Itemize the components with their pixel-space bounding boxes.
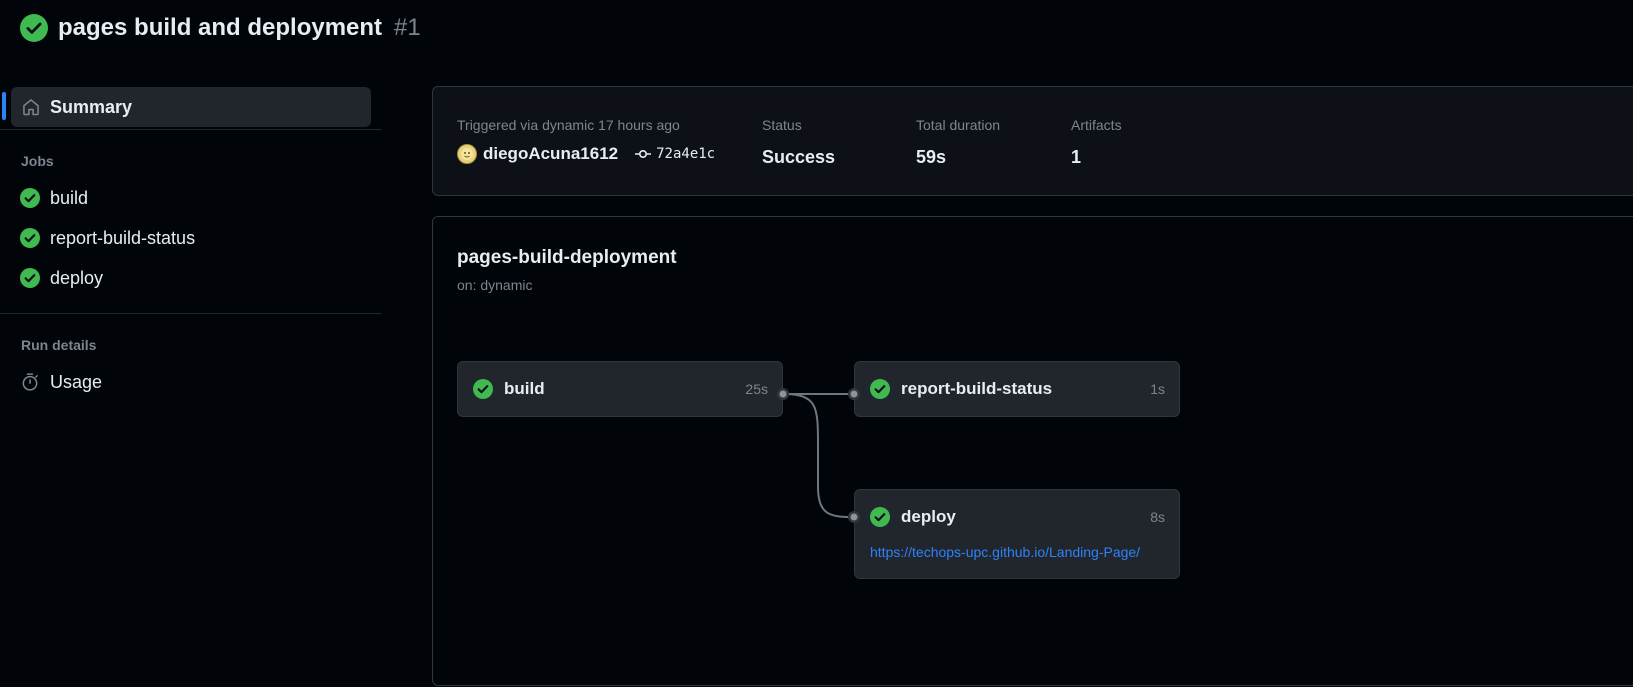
deployment-url-link[interactable]: https://techops-upc.github.io/Landing-Pa… [870,544,1155,560]
sidebar-item-deploy[interactable]: deploy [20,262,103,294]
actor-name[interactable]: diegoAcuna1612 [483,144,618,164]
job-name: deploy [901,507,956,526]
artifacts-value[interactable]: 1 [1071,147,1081,168]
duration-label: Total duration [916,117,1001,133]
check-circle-icon [870,379,890,399]
job-node-build[interactable]: build 25s [457,361,783,417]
check-circle-icon [20,228,40,248]
check-circle-icon [20,188,40,208]
sidebar-item-summary[interactable]: Summary [11,87,371,127]
connector-build-deploy [782,393,849,518]
job-node-deploy[interactable]: deploy 8s https://techops-upc.github.io/… [854,489,1180,579]
job-name: report-build-status [901,379,1053,398]
page-header: pages build and deployment #1 [20,10,421,46]
status-label: Status [762,117,802,133]
check-circle-icon [20,14,48,42]
sidebar-item-report-build-status[interactable]: report-build-status [20,222,195,254]
divider [0,313,382,314]
connector-ports [777,388,860,523]
avatar[interactable] [457,144,477,164]
sidebar-item-usage[interactable]: Usage [20,366,102,398]
sidebar-item-label: deploy [50,267,104,288]
actor-info: diegoAcuna1612 72a4e1c [457,144,715,164]
run-number: #1 [394,14,421,41]
sidebar-item-label: report-build-status [50,227,196,248]
job-name: build [504,379,545,398]
artifacts-label: Artifacts [1071,117,1122,133]
check-circle-icon [473,379,493,399]
run-summary-card: Triggered via dynamic 17 hours ago diego… [432,86,1633,196]
check-circle-icon [20,268,40,288]
job-duration: 1s [1150,381,1165,397]
job-duration: 8s [1150,509,1165,525]
job-duration: 25s [745,381,768,397]
check-circle-icon [870,507,890,527]
stopwatch-icon [22,373,38,391]
run-details-heading: Run details [21,337,97,353]
status-value: Success [762,147,836,167]
job-node-report-build-status[interactable]: report-build-status 1s [854,361,1180,417]
avatar-image-icon [461,148,473,160]
sidebar-item-label: build [50,187,89,208]
workflow-name: pages-build-deployment [457,247,677,268]
job-connectors [782,393,849,518]
home-icon [23,99,39,116]
duration-value: 59s [916,147,947,167]
sidebar-item-label: Summary [50,96,133,117]
triggered-label: Triggered via dynamic 17 hours ago [457,117,680,133]
active-indicator [2,92,6,120]
page-title: pages build and deployment [58,14,383,41]
workflow-graph-card: pages-build-deployment on: dynamic build… [432,216,1633,686]
sidebar-item-label: Usage [50,371,103,392]
sidebar-item-build[interactable]: build [20,182,88,214]
commit-link[interactable]: 72a4e1c [634,146,715,162]
divider [0,129,382,130]
workflow-trigger: on: dynamic [457,277,533,293]
jobs-heading: Jobs [21,153,54,169]
commit-sha: 72a4e1c [656,146,716,162]
git-commit-icon [635,149,652,159]
